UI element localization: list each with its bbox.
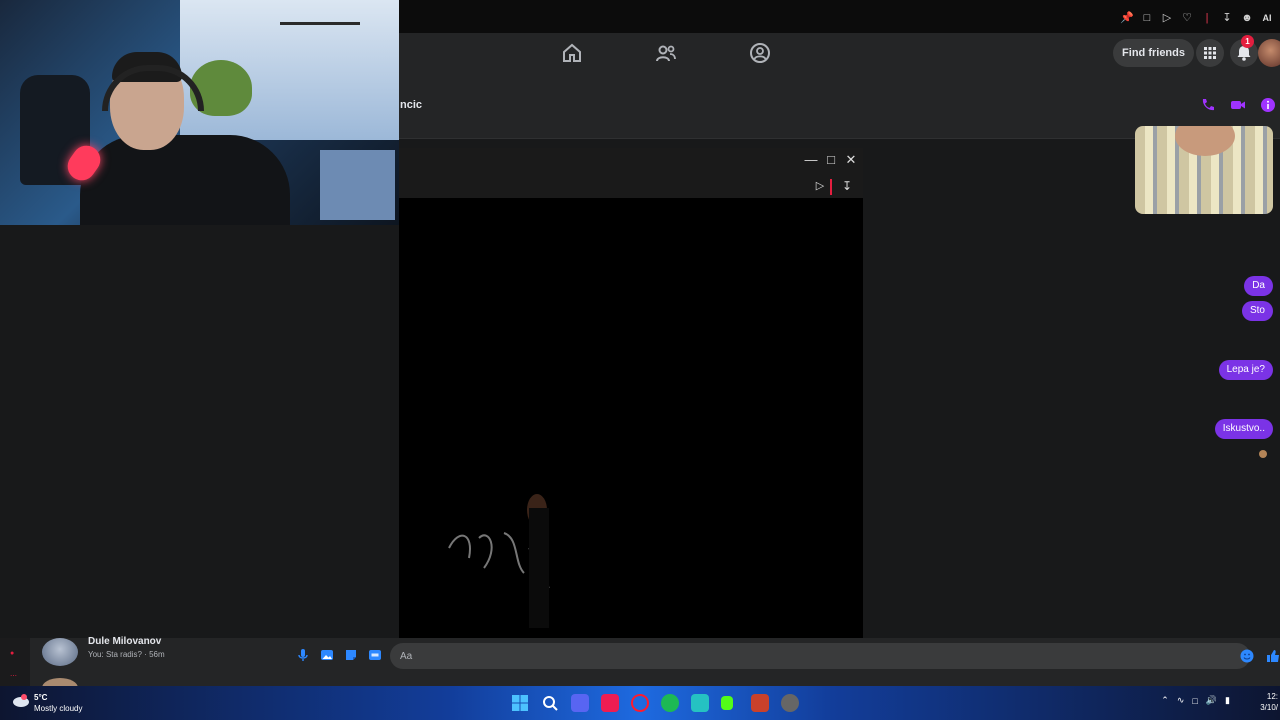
message-composer [278, 638, 1280, 686]
conversation-preview: You: Sta radis? · 56m [88, 650, 165, 659]
friends-icon[interactable] [654, 41, 678, 65]
message-bubble[interactable]: Iskustvo.. [1214, 419, 1273, 439]
pin-icon[interactable]: 📌 [1120, 11, 1134, 25]
volume-icon[interactable]: 🔊 [1206, 695, 1217, 706]
grid-icon [1204, 47, 1216, 59]
video-call-icon[interactable] [1230, 97, 1246, 113]
recording-indicator [830, 179, 832, 195]
app-icon[interactable] [781, 694, 799, 712]
browser-extension-icons: 📌 □ ▷ ♡ | ↧ ☻ AI [1120, 11, 1274, 25]
search-icon[interactable] [541, 694, 559, 712]
media-viewer-titlebar: — □ ✕ ▷ ↧ [399, 148, 863, 198]
webcam-furniture [320, 150, 395, 220]
info-icon[interactable] [1260, 97, 1276, 113]
avatar[interactable] [42, 638, 78, 666]
mini-indicator-icon: ● [10, 650, 15, 657]
image-icon[interactable] [320, 648, 334, 662]
home-icon[interactable] [560, 41, 584, 65]
network-icon[interactable]: ∿ [1177, 695, 1185, 706]
gif-icon[interactable] [368, 648, 382, 662]
menu-grid-button[interactable] [1196, 39, 1224, 67]
emoji-icon[interactable] [1240, 649, 1254, 663]
kick-icon[interactable] [721, 696, 733, 710]
heart-icon[interactable]: ♡ [1180, 11, 1194, 25]
shared-video-thumbnail[interactable] [1135, 126, 1273, 214]
clock-time: 12: [1266, 692, 1278, 701]
start-icon[interactable] [511, 694, 529, 712]
find-friends-button[interactable]: Find friends [1113, 39, 1194, 67]
message-bubble[interactable]: Sto [1241, 301, 1273, 321]
video-thumbnail-person [1175, 126, 1235, 156]
webcam-person-body [80, 135, 290, 225]
profile-avatar[interactable] [1258, 39, 1280, 67]
streamer-webcam [0, 0, 399, 225]
maximize-icon[interactable]: □ [824, 153, 838, 167]
conversation-name[interactable]: Dule Milovanov [88, 636, 161, 647]
display-icon[interactable]: □ [1192, 696, 1197, 706]
close-icon[interactable]: ✕ [844, 153, 858, 167]
clock-date: 3/10/ [1260, 703, 1278, 712]
chevron-up-icon[interactable]: ⌃ [1161, 695, 1169, 706]
bottom-strip: ● ⋯ Dule Milovanov You: Sta radis? · 56m [0, 636, 1280, 698]
like-icon[interactable] [1266, 649, 1280, 663]
window-icon[interactable]: □ [1140, 11, 1154, 25]
more-icon[interactable]: ⋯ [10, 672, 17, 680]
windows-taskbar: 5°C Mostly cloudy ⌃ ∿ □ 🔊 ▮ 12: 3/10/ [0, 686, 1280, 720]
notification-badge: 1 [1241, 35, 1254, 48]
system-tray: ⌃ ∿ □ 🔊 ▮ [1161, 695, 1230, 706]
opera-icon[interactable] [631, 694, 649, 712]
sticker-icon[interactable] [344, 648, 358, 662]
seen-indicator-avatar [1259, 450, 1267, 458]
message-bubble[interactable]: Lepa je? [1218, 360, 1273, 380]
spotify-icon[interactable] [661, 694, 679, 712]
discord-icon[interactable] [571, 694, 589, 712]
tiktok-icon[interactable] [601, 694, 619, 712]
profile-icon[interactable]: ☻ [1240, 11, 1254, 25]
left-mini-sidebar: ● ⋯ [0, 638, 30, 686]
microphone-icon[interactable] [296, 648, 310, 662]
play-icon[interactable]: ▷ [813, 179, 827, 193]
download-icon[interactable]: ↧ [1220, 11, 1234, 25]
groups-icon[interactable] [748, 41, 772, 65]
divider-icon: | [1205, 12, 1209, 24]
message-input[interactable] [390, 643, 1250, 669]
ai-icon[interactable]: AI [1260, 11, 1274, 25]
dark-video-frame [448, 494, 550, 628]
media-viewer-window: — □ ✕ ▷ ↧ [399, 148, 863, 638]
app-icon[interactable] [691, 694, 709, 712]
webcam-shelf [280, 22, 360, 25]
message-bubble[interactable]: Da [1244, 276, 1273, 296]
download-icon[interactable]: ↧ [840, 179, 854, 193]
cloud-icon[interactable] [12, 692, 30, 708]
play-icon[interactable]: ▷ [1160, 11, 1174, 25]
app-icon[interactable] [751, 694, 769, 712]
battery-icon[interactable]: ▮ [1225, 695, 1230, 706]
weather-description: Mostly cloudy [34, 704, 83, 713]
weather-temperature: 5°C [34, 693, 48, 702]
conversation-list: Dule Milovanov You: Sta radis? · 56m [30, 636, 278, 698]
taskbar-clock[interactable]: 12: 3/10/ [1260, 691, 1278, 713]
minimize-icon[interactable]: — [804, 153, 818, 167]
contact-name[interactable]: ncic [400, 99, 422, 111]
phone-icon[interactable] [1200, 97, 1216, 113]
